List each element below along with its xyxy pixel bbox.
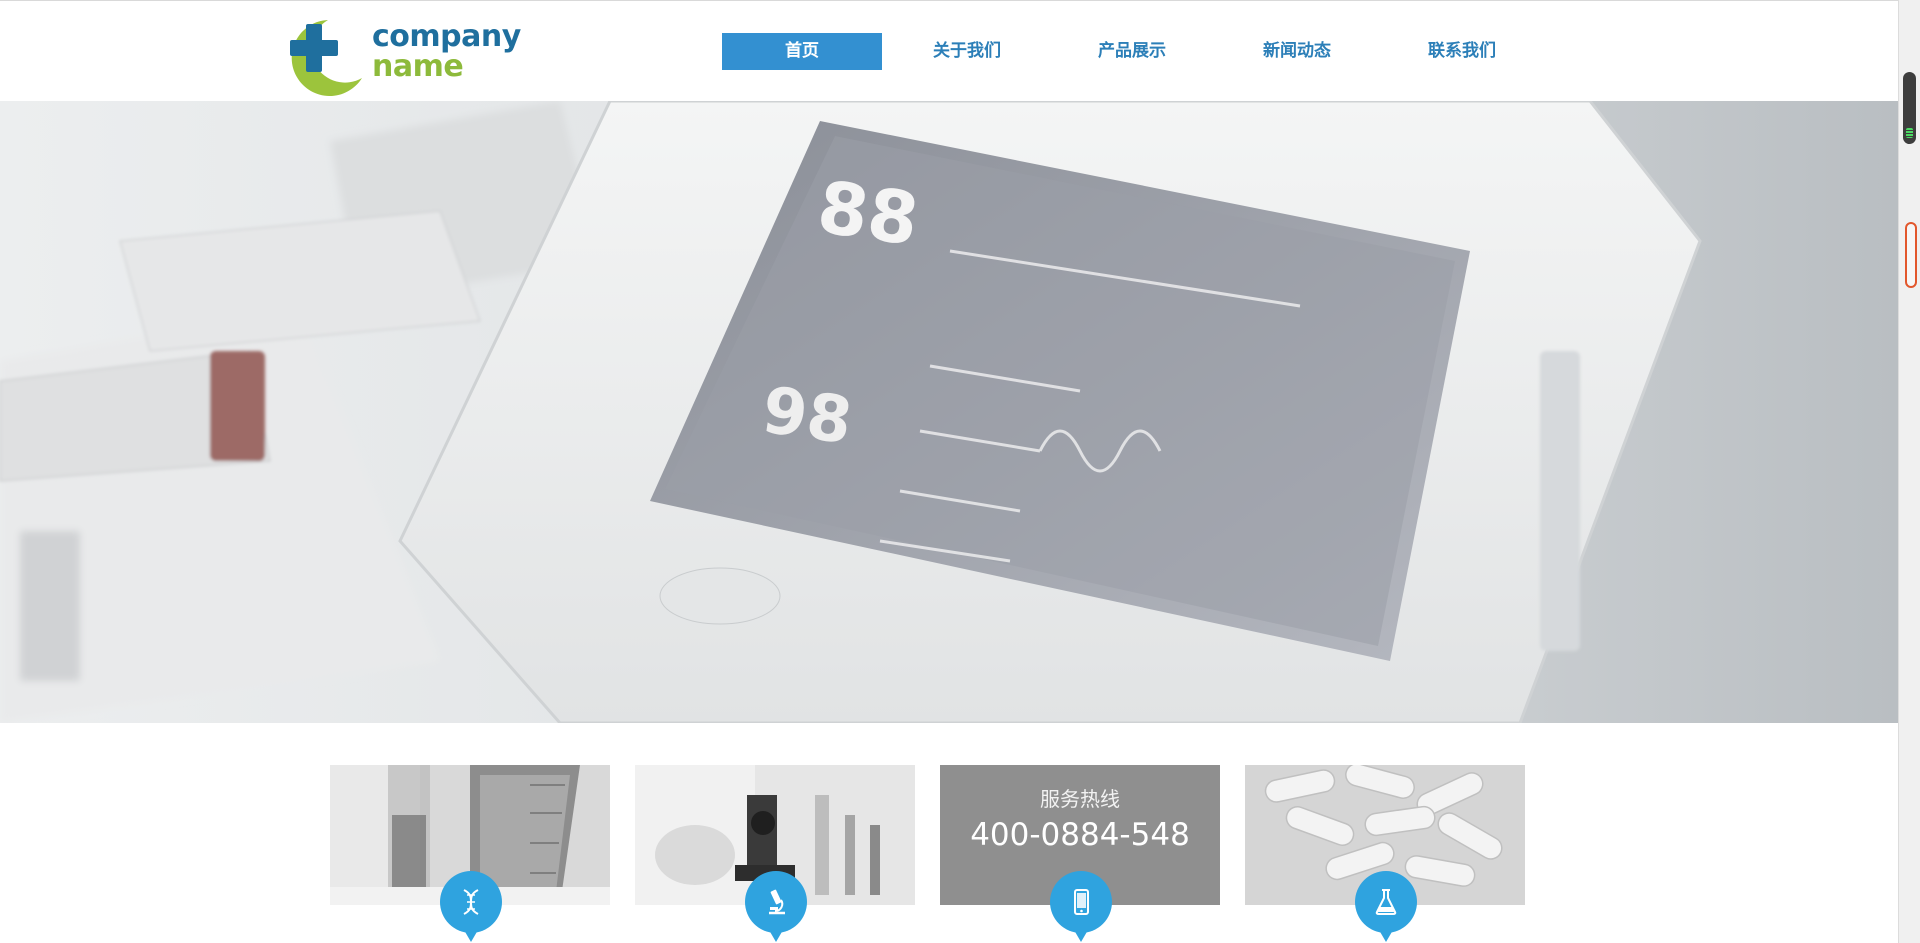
- hotline-number: 400-0884-548: [970, 817, 1190, 853]
- company-name: company name: [372, 22, 521, 82]
- scroll-marker: [1905, 222, 1917, 288]
- badge-dna: [440, 871, 502, 942]
- badge-phone: [1050, 871, 1112, 942]
- main-nav: 首页 关于我们 产品展示 新闻动态 联系我们: [722, 33, 1547, 70]
- scrollbar-thumb[interactable]: [1903, 72, 1916, 144]
- nav-item-home[interactable]: 首页: [722, 33, 882, 70]
- microscope-icon: [769, 889, 785, 915]
- mobile-phone-icon: [1074, 889, 1089, 915]
- scroll-grip-icon: [1906, 128, 1913, 138]
- badge-flask: [1355, 871, 1417, 942]
- hero-banner[interactable]: 88 98: [0, 101, 1898, 723]
- nav-item-about[interactable]: 关于我们: [887, 33, 1047, 70]
- logo-line-name: name: [372, 49, 464, 84]
- feature-cards: 服务热线 400-0884-548: [330, 765, 1525, 943]
- feature-card-hotline[interactable]: 服务热线 400-0884-548: [940, 765, 1220, 942]
- nav-item-news[interactable]: 新闻动态: [1217, 33, 1377, 70]
- flask-icon: [1375, 889, 1397, 915]
- screen-readout-98: 98: [758, 374, 856, 460]
- feature-card-lab-glassware[interactable]: [330, 765, 610, 942]
- feature-card-capsules[interactable]: [1245, 765, 1525, 942]
- site-header: company name 首页 关于我们 产品展示 新闻动态 联系我们: [0, 0, 1898, 101]
- screen-readout-88: 88: [813, 165, 924, 262]
- page-scrollbar[interactable]: [1898, 0, 1920, 943]
- medical-monitor-image: 88 98: [0, 101, 1898, 723]
- nav-item-products[interactable]: 产品展示: [1052, 33, 1212, 70]
- hotline-title: 服务热线: [1040, 787, 1120, 811]
- dna-icon: [463, 889, 479, 915]
- logo-line-company: company: [372, 19, 521, 54]
- badge-microscope: [745, 871, 807, 942]
- medical-cross-logo-icon: [290, 20, 362, 96]
- nav-item-contact[interactable]: 联系我们: [1382, 33, 1542, 70]
- company-logo[interactable]: company name: [284, 16, 521, 96]
- feature-card-microscope[interactable]: [635, 765, 915, 942]
